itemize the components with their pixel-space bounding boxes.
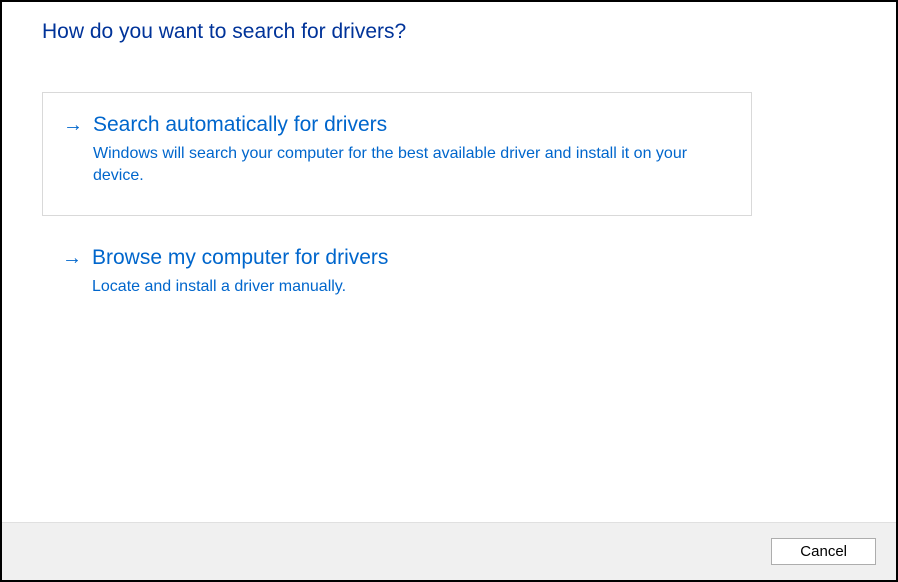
footer-bar: Cancel bbox=[2, 522, 896, 580]
content-area: How do you want to search for drivers? →… bbox=[2, 2, 896, 522]
arrow-right-icon: → bbox=[63, 111, 83, 139]
option-description: Windows will search your computer for th… bbox=[93, 143, 713, 187]
option-description: Locate and install a driver manually. bbox=[92, 276, 712, 298]
option-text: Search automatically for drivers Windows… bbox=[93, 111, 731, 187]
option-search-automatically[interactable]: → Search automatically for drivers Windo… bbox=[42, 92, 752, 216]
option-text: Browse my computer for drivers Locate an… bbox=[92, 244, 732, 298]
option-title: Search automatically for drivers bbox=[93, 111, 731, 139]
page-title: How do you want to search for drivers? bbox=[42, 20, 856, 44]
option-header: → Search automatically for drivers Windo… bbox=[63, 111, 731, 187]
cancel-button[interactable]: Cancel bbox=[771, 538, 876, 565]
arrow-right-icon: → bbox=[62, 244, 82, 272]
option-title: Browse my computer for drivers bbox=[92, 244, 732, 272]
option-browse-computer[interactable]: → Browse my computer for drivers Locate … bbox=[42, 244, 752, 298]
option-header: → Browse my computer for drivers Locate … bbox=[62, 244, 732, 298]
